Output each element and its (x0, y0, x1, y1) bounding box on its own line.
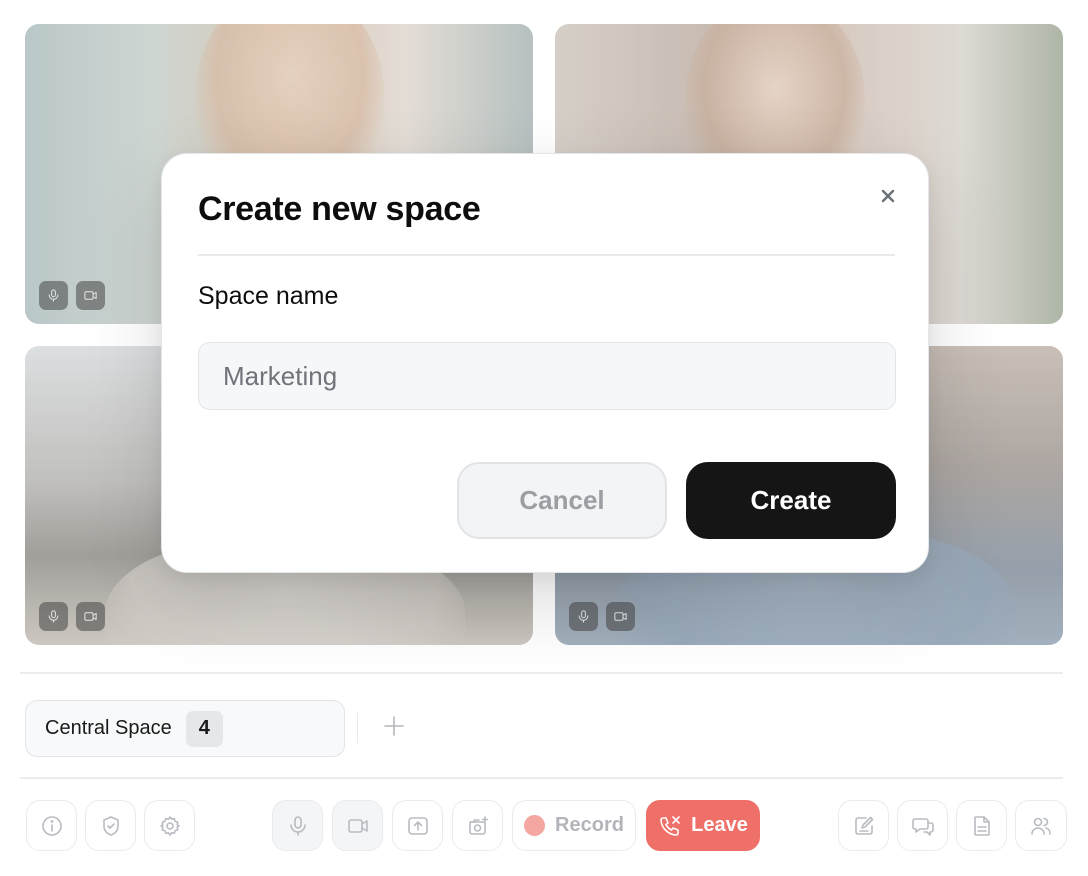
participants-button[interactable] (1015, 800, 1067, 851)
tile-video-camera-icon[interactable] (606, 602, 635, 631)
leave-button[interactable]: Leave (646, 800, 760, 851)
camera-snapshot-icon (468, 815, 488, 835)
info-button[interactable] (26, 800, 77, 851)
participant-count-badge: 4 (185, 710, 223, 747)
leave-label: Leave (691, 814, 748, 836)
cancel-button[interactable]: Cancel (457, 462, 667, 539)
info-icon (41, 815, 62, 836)
divider (20, 672, 1063, 674)
divider (20, 777, 1063, 779)
document-button[interactable] (956, 800, 1007, 851)
share-screen-button[interactable] (392, 800, 443, 851)
tile-microphone-icon[interactable] (569, 602, 598, 631)
record-button[interactable]: Record (512, 800, 636, 851)
microphone-icon (289, 815, 306, 836)
divider (357, 713, 358, 743)
tile-microphone-icon[interactable] (39, 602, 68, 631)
share-screen-icon (407, 816, 428, 835)
tile-video-camera-icon[interactable] (76, 281, 105, 310)
participants-icon (1031, 817, 1051, 835)
chat-button[interactable] (897, 800, 948, 851)
notes-icon (854, 816, 873, 835)
space-tab-central[interactable]: Central Space 4 (25, 700, 345, 757)
space-tab-label: Central Space (45, 717, 172, 739)
microphone-button[interactable] (272, 800, 323, 851)
phone-icon (660, 815, 680, 836)
shield-check-icon (102, 815, 119, 836)
notes-button[interactable] (838, 800, 889, 851)
add-space-icon[interactable] (380, 712, 408, 740)
space-name-label: Space name (198, 282, 339, 310)
close-icon[interactable] (876, 184, 900, 208)
space-name-input[interactable] (198, 342, 896, 410)
settings-gear-icon (159, 815, 180, 836)
record-dot-icon (524, 815, 546, 836)
dialog-divider (198, 254, 895, 256)
camera-button[interactable] (332, 800, 383, 851)
snapshot-button[interactable] (452, 800, 503, 851)
tile-microphone-icon[interactable] (39, 281, 68, 310)
record-label: Record (555, 814, 624, 836)
create-space-dialog: Create new space Space name Cancel Creat… (161, 153, 929, 573)
create-button[interactable]: Create (686, 462, 896, 539)
video-camera-icon (347, 818, 368, 833)
security-button[interactable] (85, 800, 136, 851)
settings-button[interactable] (144, 800, 195, 851)
tile-video-camera-icon[interactable] (76, 602, 105, 631)
document-icon (973, 815, 990, 836)
dialog-title: Create new space (198, 190, 481, 228)
chat-icon (911, 817, 934, 836)
